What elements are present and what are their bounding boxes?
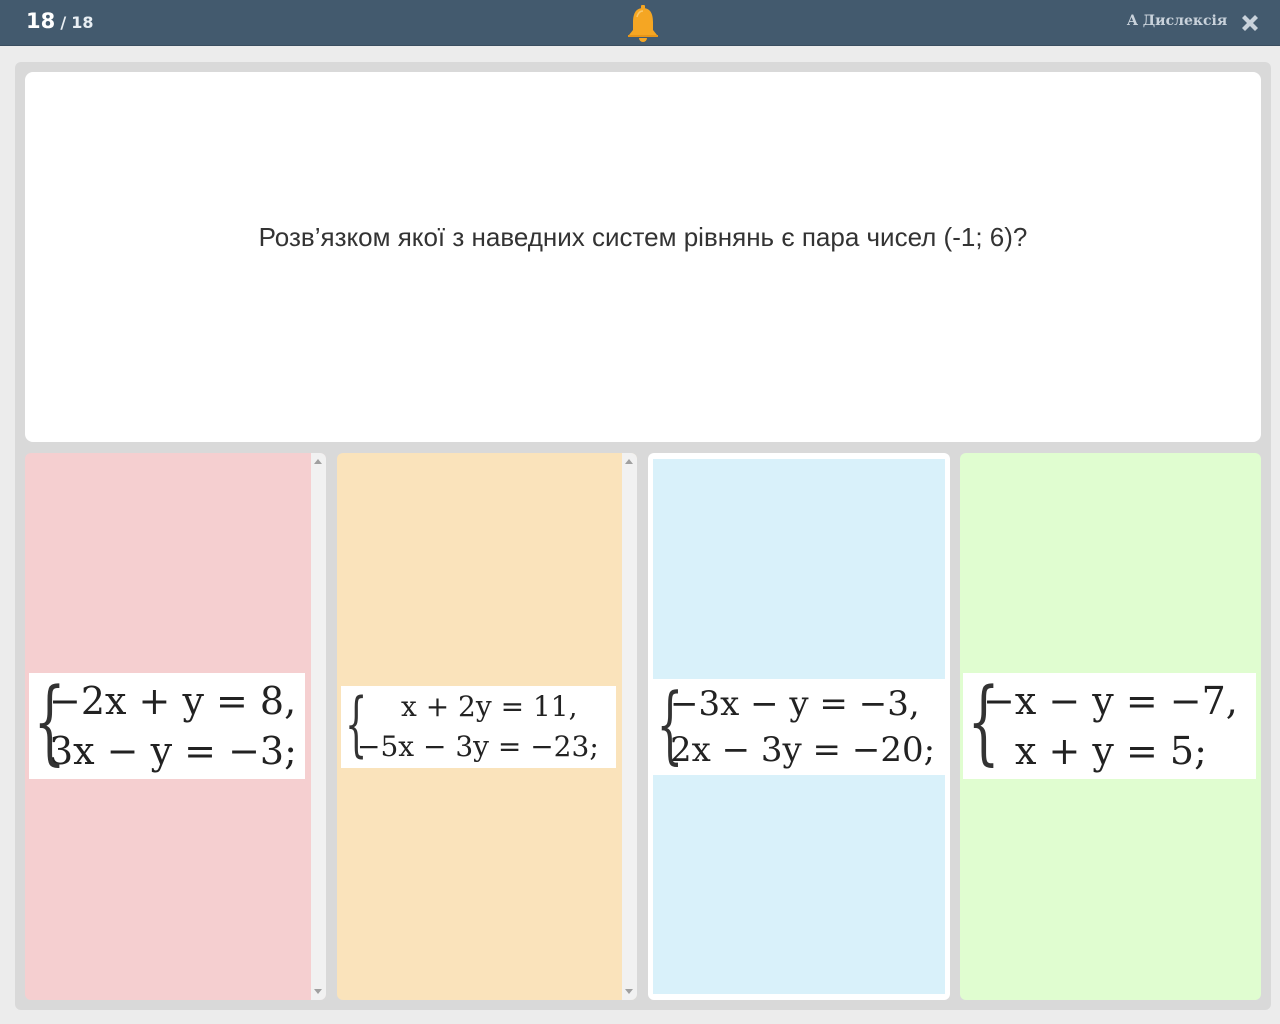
equation-line-1: −2x + y = 8, xyxy=(49,679,297,723)
question-card: Розв’язком якої з наведних систем рівнян… xyxy=(25,72,1261,442)
equation-line-2: −5x − 3y = −23; xyxy=(357,730,599,763)
bell-icon[interactable] xyxy=(626,5,660,43)
dyslexia-toggle[interactable]: A Дислексія xyxy=(1127,13,1227,29)
brace-icon: { xyxy=(967,668,1000,775)
equation-system-image: { −3x − y = −3, 2x − 3y = −20; xyxy=(652,679,945,775)
scroll-down-arrow-icon[interactable] xyxy=(625,989,633,994)
question-counter: 18 / 18 xyxy=(26,9,94,33)
close-icon[interactable] xyxy=(1238,11,1262,35)
equation-system-image: { x + 2y = 11, −5x − 3y = −23; xyxy=(341,686,616,768)
equation-system-image: { −x − y = −7, x + y = 5; xyxy=(963,673,1256,779)
counter-separator: / xyxy=(60,13,67,32)
brace-icon: { xyxy=(33,668,66,775)
scroll-down-arrow-icon[interactable] xyxy=(314,989,322,994)
brace-icon: { xyxy=(656,675,684,773)
answer-scrollbar[interactable] xyxy=(622,453,637,1000)
total-question-number: 18 xyxy=(71,13,94,32)
equation-line-1: −x − y = −7, xyxy=(983,679,1238,723)
equation-line-2: x + y = 5; xyxy=(1015,729,1207,773)
answer-scrollbar[interactable] xyxy=(311,453,326,1000)
current-question-number: 18 xyxy=(26,9,56,33)
scroll-up-arrow-icon[interactable] xyxy=(314,459,322,464)
equation-line-1: −3x − y = −3, xyxy=(670,684,920,724)
equation-line-2: 3x − y = −3; xyxy=(49,729,297,773)
brace-icon: { xyxy=(345,683,368,765)
scroll-up-arrow-icon[interactable] xyxy=(625,459,633,464)
equation-system-image: { −2x + y = 8, 3x − y = −3; xyxy=(29,673,305,779)
question-text: Розв’язком якої з наведних систем рівнян… xyxy=(258,221,1028,252)
equation-line-1: x + 2y = 11, xyxy=(401,690,578,723)
equation-line-2: 2x − 3y = −20; xyxy=(670,730,936,770)
top-bar: 18 / 18 A Дислексія xyxy=(0,0,1280,46)
